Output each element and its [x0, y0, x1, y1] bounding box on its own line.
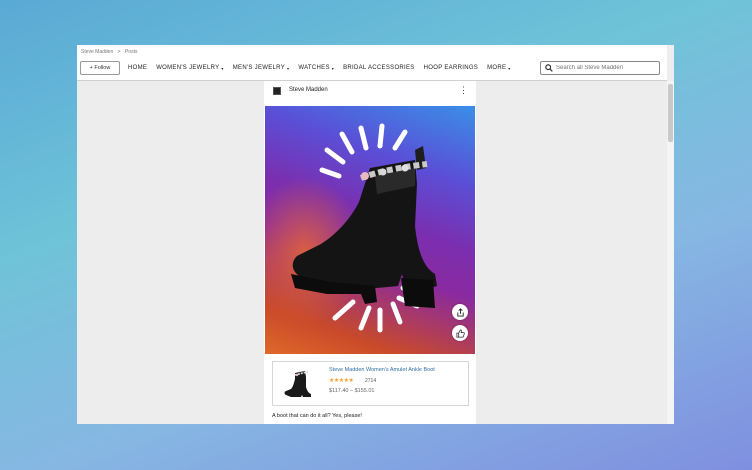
- search-input[interactable]: [556, 65, 656, 71]
- nav-item-label: BRIDAL ACCESSORIES: [343, 65, 415, 71]
- follow-button[interactable]: + Follow: [80, 61, 120, 75]
- product-title-link[interactable]: Steve Madden Women's Amulet Ankle Boot: [329, 367, 435, 373]
- thumbs-up-icon: [456, 329, 465, 337]
- nav-item-hoop-earrings[interactable]: HOOP EARRINGS: [424, 65, 478, 71]
- share-button[interactable]: [452, 304, 468, 320]
- star-rating[interactable]: ★★★★★: [329, 377, 354, 384]
- nav-item-label: MEN'S JEWELRY: [232, 65, 286, 71]
- post-card: Steve Madden ⋮ Steve Madden Women's Amul…: [264, 81, 476, 424]
- product-thumbnail[interactable]: [281, 367, 317, 401]
- nav-item-home[interactable]: HOME: [128, 65, 147, 71]
- nav-item-more[interactable]: MORE ▾: [487, 65, 511, 71]
- brand-name[interactable]: Steve Madden: [289, 87, 328, 93]
- breadcrumb-separator: >: [117, 49, 121, 55]
- boot-illustration: [291, 123, 437, 333]
- more-vertical-icon[interactable]: ⋮: [459, 85, 468, 95]
- chevron-down-icon: ▾: [508, 65, 511, 71]
- browser-window: Steve Madden > Posts + Follow HOME WOMEN…: [77, 45, 674, 424]
- product-card[interactable]: Steve Madden Women's Amulet Ankle Boot ★…: [272, 361, 469, 406]
- nav-item-watches[interactable]: WATCHES ▾: [298, 65, 334, 71]
- scrollbar-thumb[interactable]: [668, 84, 673, 142]
- breadcrumb-posts-link[interactable]: Posts: [125, 49, 138, 55]
- chevron-down-icon: ▾: [221, 65, 224, 71]
- store-search[interactable]: [540, 61, 660, 75]
- nav-item-label: HOME: [128, 65, 148, 71]
- post-image[interactable]: [265, 106, 475, 354]
- chevron-down-icon: ▾: [287, 65, 290, 71]
- nav-item-label: WOMEN'S JEWELRY: [156, 65, 220, 71]
- store-nav: HOME WOMEN'S JEWELRY ▾ MEN'S JEWELRY ▾ W…: [128, 65, 520, 71]
- search-icon: [545, 64, 553, 72]
- product-price: $117.40 – $155.01: [329, 388, 375, 394]
- like-button[interactable]: [452, 325, 468, 341]
- nav-item-womens-jewelry[interactable]: WOMEN'S JEWELRY ▾: [156, 65, 224, 71]
- post-caption: A boot that can do it all? Yes, please!: [272, 413, 362, 419]
- breadcrumb-store-link[interactable]: Steve Madden: [81, 49, 113, 55]
- nav-item-label: WATCHES: [298, 65, 330, 71]
- nav-item-label: MORE: [487, 65, 507, 71]
- nav-item-mens-jewelry[interactable]: MEN'S JEWELRY ▾: [233, 65, 290, 71]
- nav-item-label: HOOP EARRINGS: [423, 65, 479, 71]
- page-scrollbar[interactable]: [667, 81, 674, 424]
- brand-logo[interactable]: [273, 87, 281, 95]
- chevron-down-icon: ▾: [331, 65, 335, 71]
- share-icon: [456, 307, 464, 317]
- nav-item-bridal-accessories[interactable]: BRIDAL ACCESSORIES: [343, 65, 415, 71]
- post-header: Steve Madden ⋮: [264, 81, 476, 103]
- review-count[interactable]: 2714: [365, 378, 376, 384]
- store-header: Steve Madden > Posts + Follow HOME WOMEN…: [77, 45, 667, 81]
- breadcrumb: Steve Madden > Posts: [81, 49, 140, 55]
